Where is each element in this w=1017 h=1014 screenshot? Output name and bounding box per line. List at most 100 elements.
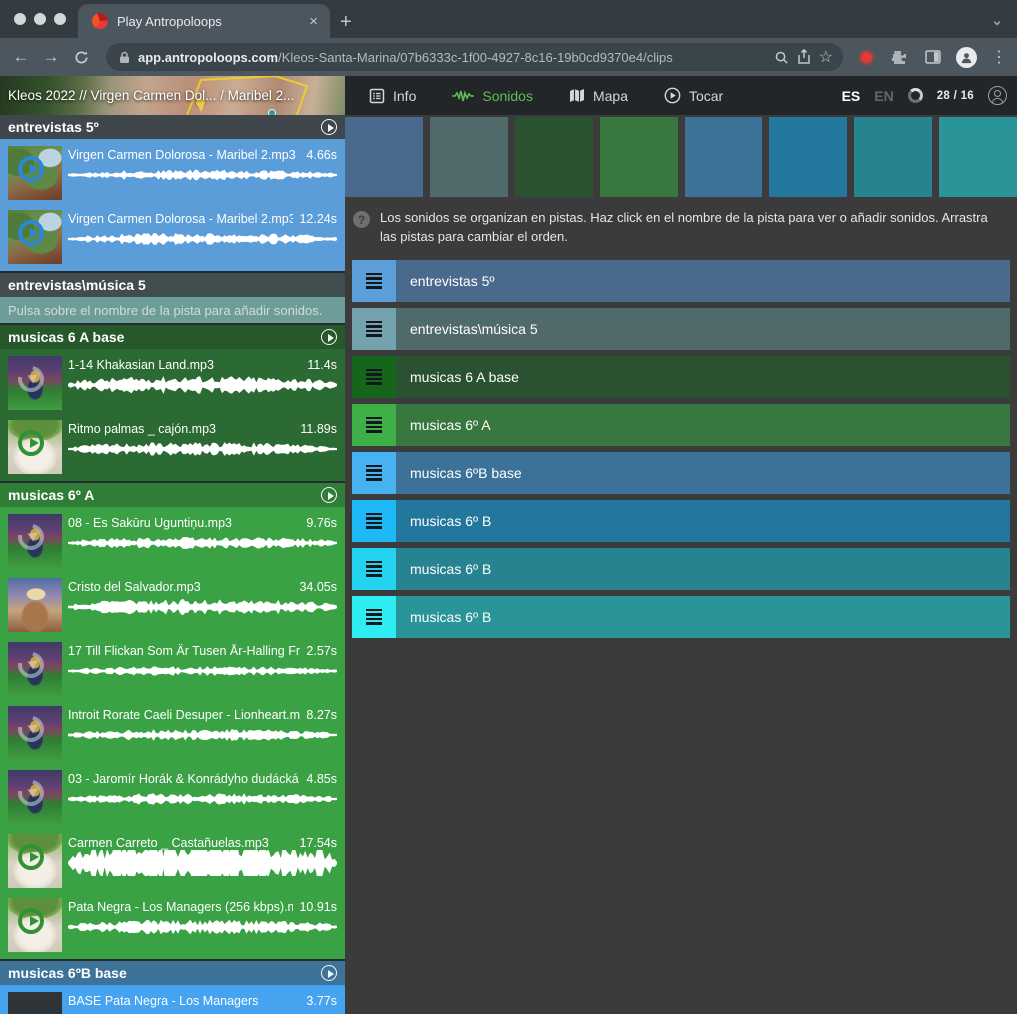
play-icon[interactable] [18,908,44,934]
lang-en-button[interactable]: EN [874,88,893,104]
audio-clip[interactable]: 17 Till Flickan Som Är Tusen År-Halling … [0,637,345,701]
drag-handle[interactable] [352,596,396,638]
side-panel-icon[interactable] [925,49,941,65]
clip-thumbnail[interactable] [8,578,62,632]
clip-thumbnail[interactable] [8,420,62,474]
waveform[interactable] [68,661,337,681]
track-section-header[interactable]: entrevistas\música 5 [0,273,345,297]
track-color-swatch[interactable] [345,117,423,197]
url-text[interactable]: app.antropoloops.com/Kleos-Santa-Marina/… [138,50,766,65]
close-window-button[interactable] [14,13,26,25]
clip-thumbnail[interactable] [8,210,62,264]
clip-thumbnail[interactable] [8,356,62,410]
waveform[interactable] [68,597,337,617]
recording-extension-icon[interactable] [861,52,872,63]
track-name[interactable]: musicas 6º B [396,596,491,638]
track-name[interactable]: entrevistas 5º [396,260,495,302]
tab-mapa[interactable]: Mapa [569,88,628,104]
browser-menu-icon[interactable]: ⋮ [991,47,1007,67]
extensions-puzzle-icon[interactable] [891,49,907,65]
zoom-page-icon[interactable] [774,50,789,65]
lock-icon[interactable] [119,51,130,64]
track-color-swatch[interactable] [854,117,932,197]
address-bar[interactable]: app.antropoloops.com/Kleos-Santa-Marina/… [106,43,843,71]
drag-handle[interactable] [352,500,396,542]
map-preview-image[interactable]: Kleos 2022 // Virgen Carmen Dol... / Mar… [0,76,345,115]
clip-thumbnail[interactable] [8,834,62,888]
track-section-header[interactable]: musicas 6ºB base [0,961,345,985]
tab-tocar[interactable]: Tocar [664,87,723,104]
track-row[interactable]: musicas 6º B [352,596,1010,638]
audio-clip[interactable]: 1-14 Khakasian Land.mp311.4s [0,351,345,415]
profile-avatar[interactable] [956,47,977,68]
clip-thumbnail[interactable] [8,770,62,824]
waveform[interactable] [68,165,337,185]
track-color-swatch[interactable] [600,117,678,197]
track-section-header[interactable]: musicas 6 A base [0,325,345,349]
audio-clip[interactable]: Virgen Carmen Dolorosa - Maribel 2.mp312… [0,205,345,269]
drag-handle[interactable] [352,452,396,494]
track-name[interactable]: entrevistas\música 5 [396,308,538,350]
track-row[interactable]: musicas 6 A base [352,356,1010,398]
maximize-window-button[interactable] [54,13,66,25]
waveform[interactable] [68,725,337,745]
breadcrumb[interactable]: Kleos 2022 // Virgen Carmen Dol... / Mar… [8,76,294,115]
waveform[interactable] [68,439,337,459]
minimize-window-button[interactable] [34,13,46,25]
track-color-swatch[interactable] [685,117,763,197]
section-play-icon[interactable] [321,329,337,345]
drag-handle[interactable] [352,260,396,302]
waveform[interactable] [68,229,337,249]
track-name[interactable]: musicas 6ºB base [396,452,522,494]
waveform[interactable] [68,789,337,809]
play-icon[interactable] [18,156,44,182]
play-icon[interactable] [18,844,44,870]
tab-info[interactable]: Info [369,88,416,104]
new-tab-button[interactable]: + [340,12,352,32]
track-color-swatch[interactable] [515,117,593,197]
waveform[interactable] [68,375,337,395]
tab-search-chevron-icon[interactable]: ⌄ [991,12,1003,29]
track-row[interactable]: musicas 6ºB base [352,452,1010,494]
waveform[interactable] [68,850,337,876]
audio-clip[interactable]: BASE Pata Negra - Los Managers3.77s [0,987,345,1014]
close-tab-icon[interactable]: × [307,13,320,30]
clip-thumbnail[interactable] [8,514,62,568]
track-color-swatch[interactable] [939,117,1017,197]
audio-clip[interactable]: Pata Negra - Los Managers (256 kbps).mp3… [0,893,345,957]
track-row[interactable]: musicas 6º B [352,548,1010,590]
bookmark-star-icon[interactable]: ☆ [819,47,833,67]
drag-handle[interactable] [352,548,396,590]
drag-handle[interactable] [352,404,396,446]
share-icon[interactable] [797,49,811,65]
clip-thumbnail[interactable] [8,642,62,696]
account-icon[interactable] [988,86,1007,105]
clip-thumbnail[interactable] [8,706,62,760]
forward-button[interactable]: → [38,47,64,67]
play-icon[interactable] [18,430,44,456]
reload-button[interactable] [68,50,94,65]
track-section-header[interactable]: entrevistas 5º [0,115,345,139]
section-play-icon[interactable] [321,119,337,135]
play-icon[interactable] [18,220,44,246]
audio-clip[interactable]: Carmen Carreto _ Castañuelas.mp317.54s [0,829,345,893]
track-row[interactable]: musicas 6º A [352,404,1010,446]
waveform[interactable] [68,533,337,553]
browser-tab[interactable]: Play Antropoloops × [78,4,330,38]
audio-clip[interactable]: 08 - Es Sakūru Uguntiņu.mp39.76s [0,509,345,573]
lang-es-button[interactable]: ES [842,88,861,104]
clip-thumbnail[interactable] [8,898,62,952]
clip-thumbnail[interactable] [8,992,62,1014]
track-name[interactable]: musicas 6º B [396,548,491,590]
track-row[interactable]: musicas 6º B [352,500,1010,542]
track-name[interactable]: musicas 6º B [396,500,491,542]
audio-clip[interactable]: Ritmo palmas _ cajón.mp311.89s [0,415,345,479]
audio-clip[interactable]: Virgen Carmen Dolorosa - Maribel 2.mp34.… [0,141,345,205]
waveform[interactable] [68,917,337,937]
audio-clip[interactable]: Introit Rorate Caeli Desuper - Lionheart… [0,701,345,765]
tab-sonidos[interactable]: Sonidos [452,88,533,104]
back-button[interactable]: ← [8,47,34,67]
audio-clip[interactable]: Cristo del Salvador.mp334.05s [0,573,345,637]
track-row[interactable]: entrevistas 5º [352,260,1010,302]
clip-thumbnail[interactable] [8,146,62,200]
